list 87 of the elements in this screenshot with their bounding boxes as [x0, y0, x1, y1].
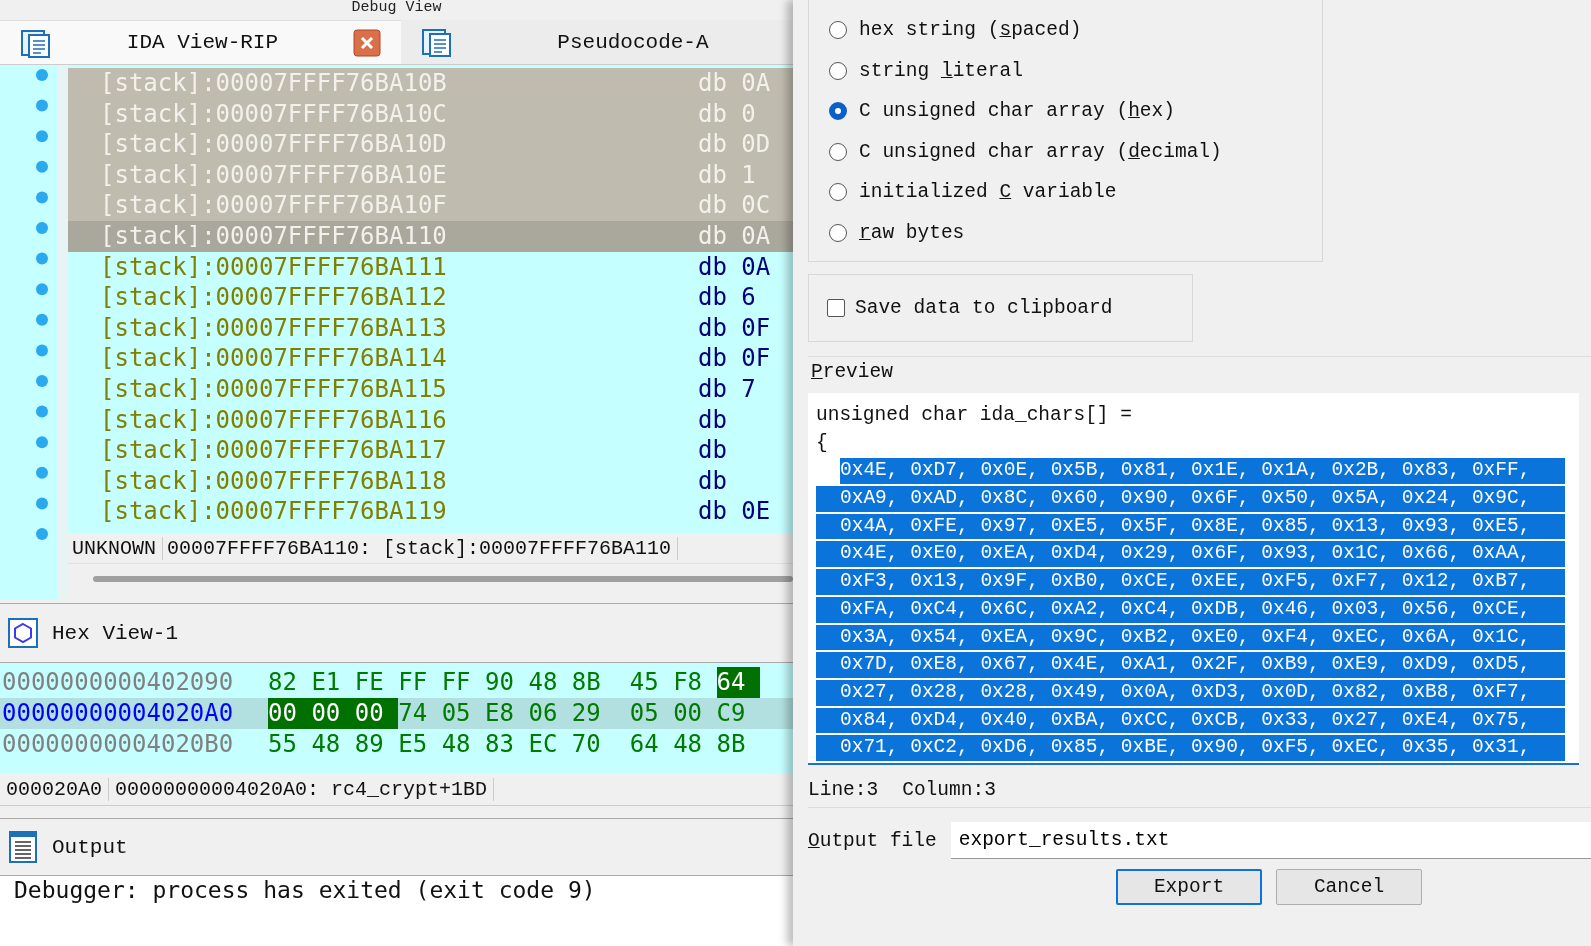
status-text: 000020A0: [0, 777, 109, 801]
preview-line: {: [816, 430, 829, 456]
radio-option[interactable]: C unsigned char array (hex): [829, 91, 1322, 132]
hex-byte: FF: [441, 667, 472, 698]
hex-byte: EC: [528, 729, 559, 760]
radio-option[interactable]: string literal: [829, 50, 1322, 91]
panel-title: Output: [52, 835, 128, 859]
status-text: 00007FFFF76BA110: [stack]:00007FFFF76BA110: [163, 536, 679, 560]
file-name-field[interactable]: export_results.txt: [950, 822, 1591, 859]
hex-byte: 05: [629, 698, 660, 729]
status-text: 00000000004020A0: rc4_crypt+1BD: [109, 777, 495, 801]
listing-row[interactable]: [stack]:00007FFFF76BA111 db 0A: [68, 251, 793, 283]
hex-view-icon: [8, 618, 38, 648]
hex-byte: 48: [311, 729, 342, 760]
listing-row[interactable]: [stack]:00007FFFF76BA115 db 7: [68, 373, 793, 405]
hex-byte: 45: [629, 667, 660, 698]
tab[interactable]: Pseudocode-A: [400, 20, 793, 65]
hex-byte: 48: [441, 729, 472, 760]
radio-button[interactable]: [829, 142, 847, 161]
hex-byte: 48: [528, 667, 559, 698]
hex-row[interactable]: 00000000004020A0 00 00 00 74 05 E8 06 29 05 00 C9: [0, 698, 793, 729]
hex-byte: 06: [528, 698, 559, 729]
hex-byte: C9: [716, 698, 747, 729]
hex-byte: 00: [354, 698, 399, 729]
hex-row[interactable]: 0000000000402090 82 E1 FE FF FF 90 48 8B 45 F8 64: [0, 667, 793, 698]
radio-option[interactable]: hex string (spaced): [829, 10, 1322, 51]
hex-byte: 90: [485, 667, 515, 698]
scrollbar-thumb[interactable]: [93, 576, 793, 582]
hex-byte: 83: [485, 729, 515, 760]
cursor-position: Line:3: [808, 779, 879, 801]
hex-address: 00000000004020A0: [1, 698, 235, 729]
hex-address: 00000000004020B0: [1, 729, 235, 760]
dialog-button[interactable]: Cancel: [1276, 869, 1422, 905]
hex-byte: FF: [398, 667, 429, 698]
close-icon[interactable]: [352, 28, 381, 57]
radio-button[interactable]: [829, 61, 847, 80]
cursor-position: Column:3: [902, 779, 996, 801]
panel-title: Debug View: [351, 0, 442, 16]
radio-button[interactable]: [829, 21, 847, 40]
hex-byte: E5: [398, 729, 429, 760]
tab[interactable]: IDA View-RIP: [0, 20, 401, 65]
listing-row[interactable]: [stack]:00007FFFF76BA116 db: [68, 404, 793, 436]
checkbox-option[interactable]: Save data to clipboard: [827, 297, 1113, 319]
hex-byte: 00: [673, 698, 704, 729]
radio-button[interactable]: [829, 102, 847, 121]
hex-address: 0000000000402090: [1, 667, 235, 698]
listing-row[interactable]: [stack]:00007FFFF76BA114 db 0F: [68, 343, 793, 374]
hex-byte: 64: [629, 729, 660, 760]
hex-byte: 82: [268, 667, 298, 698]
hex-byte: 8B: [571, 667, 602, 698]
section-label: Preview: [810, 360, 894, 385]
checkbox[interactable]: [827, 299, 845, 317]
radio-button[interactable]: [829, 183, 847, 202]
hex-byte: 29: [571, 698, 602, 729]
output-line: Debugger: process has exited (exit code 9): [14, 876, 597, 904]
hex-byte: 89: [354, 729, 385, 760]
radio-option[interactable]: initialized C variable: [829, 172, 1322, 213]
hex-byte: FE: [354, 667, 385, 698]
hex-byte: 70: [571, 729, 602, 760]
hex-byte: 8B: [716, 729, 747, 760]
listing-row[interactable]: [stack]:00007FFFF76BA119 db 0E: [68, 496, 793, 527]
hex-byte: 00: [311, 698, 355, 729]
status-text: UNKNOWN: [68, 536, 163, 560]
hex-byte: 48: [673, 729, 704, 760]
hex-byte: 00: [268, 698, 312, 729]
panel-title: Hex View-1: [52, 621, 179, 645]
hex-byte: E8: [485, 698, 515, 729]
hex-byte: E1: [311, 667, 342, 698]
hex-byte: 05: [441, 698, 472, 729]
preview-line: unsigned char ida_chars[] =: [816, 403, 1133, 428]
field-label: Output file: [808, 829, 937, 852]
listing-row[interactable]: [stack]:00007FFFF76BA118 db: [68, 465, 793, 497]
radio-option[interactable]: C unsigned char array (decimal): [829, 131, 1322, 172]
radio-option[interactable]: raw bytes: [829, 212, 1322, 253]
hex-byte: 74: [398, 698, 429, 729]
listing-row[interactable]: [stack]:00007FFFF76BA112 db 6: [68, 282, 793, 313]
hex-byte: 55: [268, 729, 298, 760]
document-icon: [420, 26, 453, 58]
dialog-button[interactable]: Export: [1116, 869, 1262, 905]
hex-byte: 64: [716, 667, 760, 698]
preview-text-area[interactable]: [808, 393, 1579, 765]
listing-row[interactable]: [stack]:00007FFFF76BA113 db 0F: [68, 312, 793, 344]
list-icon: [8, 830, 38, 864]
hex-byte: F8: [673, 667, 704, 698]
radio-button[interactable]: [829, 223, 847, 242]
hex-row[interactable]: 00000000004020B0 55 48 89 E5 48 83 EC 70 64 48 8B: [0, 729, 793, 760]
listing-row[interactable]: [stack]:00007FFFF76BA117 db: [68, 435, 793, 466]
